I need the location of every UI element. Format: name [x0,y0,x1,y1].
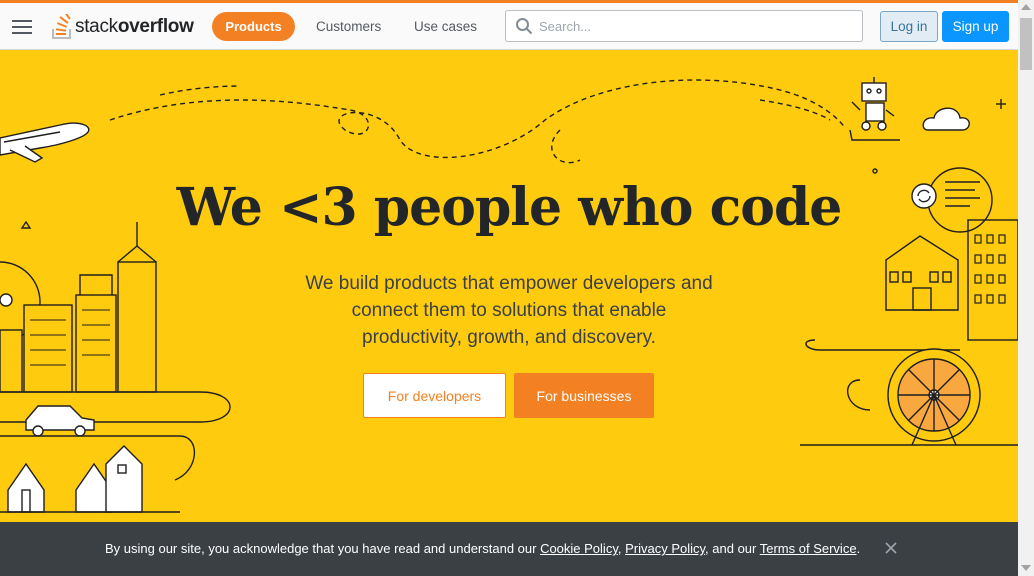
close-icon[interactable] [884,541,898,555]
vertical-scrollbar[interactable] [1018,0,1034,576]
top-navigation-bar: stackoverflow Products Customers Use cas… [0,3,1018,50]
cookie-consent-banner: By using our site, you acknowledge that … [0,522,1018,576]
scroll-up-arrow-icon[interactable] [1021,4,1031,10]
search-box[interactable] [505,10,863,42]
search-icon [516,18,533,35]
logo-wordmark: stackoverflow [75,16,194,37]
for-businesses-button[interactable]: For businesses [514,373,654,418]
scroll-down-arrow-icon[interactable] [1021,565,1031,571]
hamburger-icon[interactable] [12,20,32,34]
privacy-policy-link[interactable]: Privacy Policy [625,541,705,556]
stackoverflow-logo-icon [52,14,71,39]
scrollbar-thumb[interactable] [1020,18,1032,70]
terms-of-service-link[interactable]: Terms of Service [760,541,857,556]
cookie-notice-text: By using our site, you acknowledge that … [105,541,861,556]
cookie-policy-link[interactable]: Cookie Policy [540,541,618,556]
nav-products[interactable]: Products [212,12,295,41]
hero-subtitle: We build products that empower developer… [305,273,713,348]
site-logo[interactable]: stackoverflow [51,11,194,43]
hero-section: We <3 people who code We build products … [0,50,1018,522]
nav-use-cases[interactable]: Use cases [414,12,477,41]
signup-button[interactable]: Sign up [942,11,1009,42]
login-button[interactable]: Log in [880,11,938,42]
nav-customers[interactable]: Customers [316,12,381,41]
search-input[interactable] [539,18,839,34]
for-developers-button[interactable]: For developers [363,373,506,418]
hero-title: We <3 people who code [176,177,843,238]
